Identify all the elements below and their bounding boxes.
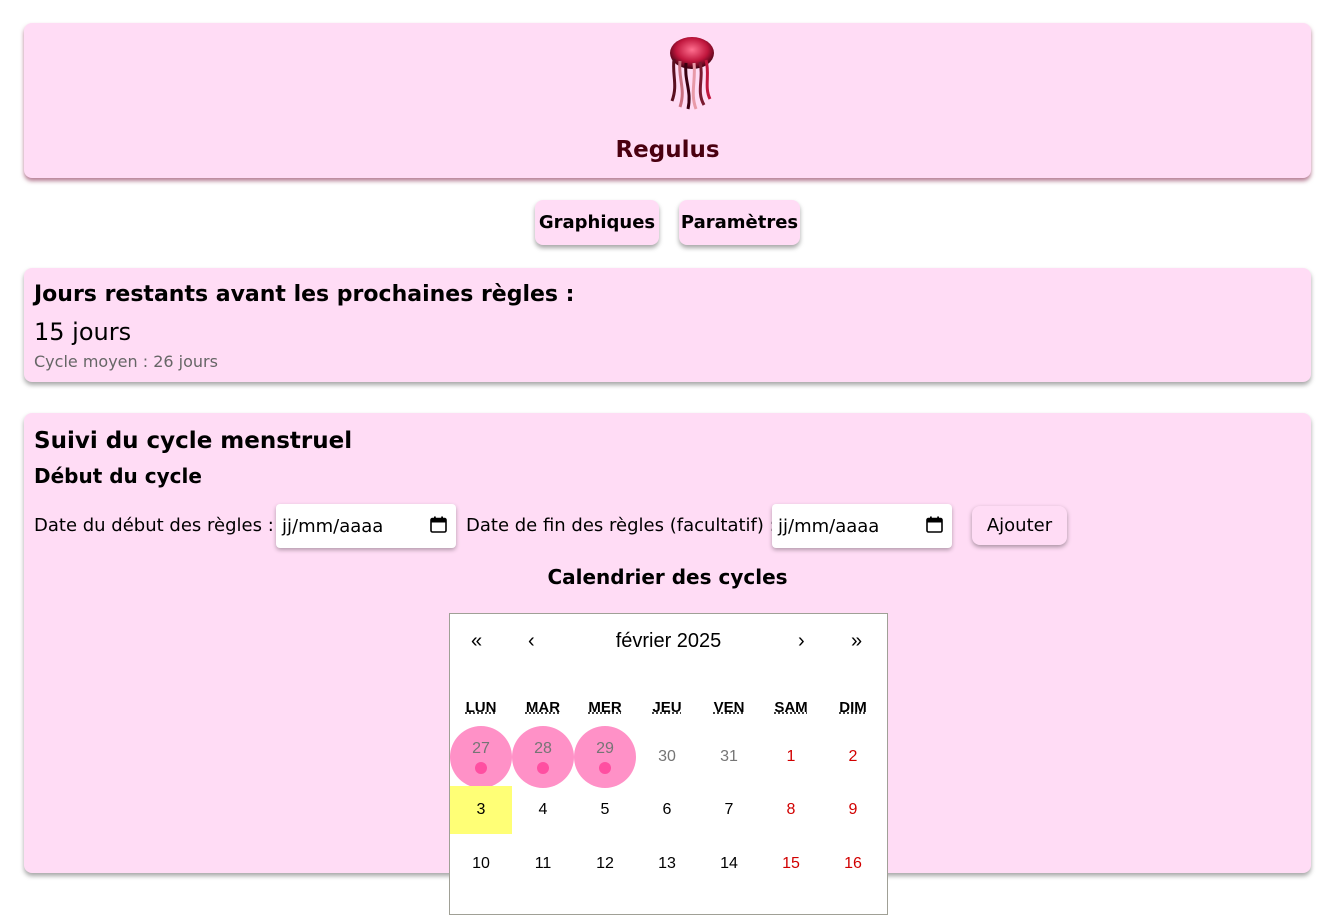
- end-date-label: Date de fin des règles (facultatif) :: [466, 515, 776, 536]
- weekday-mar: MAR: [525, 699, 561, 716]
- calendar-day[interactable]: 11: [512, 838, 574, 890]
- next-year-button[interactable]: »: [851, 630, 862, 653]
- calendar-day[interactable]: 7: [698, 786, 760, 834]
- period-dot-icon: [599, 762, 611, 774]
- app-title: Regulus: [615, 137, 720, 163]
- calendar-day[interactable]: 30: [636, 731, 698, 783]
- calendar-day[interactable]: 10: [450, 838, 512, 890]
- period-dot-icon: [537, 762, 549, 774]
- countdown-card: Jours restants avant les prochaines règl…: [24, 268, 1311, 382]
- add-button[interactable]: Ajouter: [972, 506, 1067, 545]
- weekday-dim: DIM: [839, 699, 867, 716]
- calendar-day[interactable]: 14: [698, 838, 760, 890]
- calendar-day[interactable]: 6: [636, 786, 698, 834]
- calendar-day[interactable]: 5: [574, 786, 636, 834]
- month-label[interactable]: février 2025: [450, 630, 887, 653]
- calendar-day-period[interactable]: 27: [450, 726, 512, 788]
- calendar-day[interactable]: 9: [822, 786, 884, 834]
- calendar-day-period[interactable]: 29: [574, 726, 636, 788]
- calendar-day[interactable]: 13: [636, 838, 698, 890]
- weekday-lun: LUN: [465, 699, 497, 716]
- calendar-day[interactable]: 16: [822, 838, 884, 890]
- day-number: 28: [534, 740, 552, 757]
- calendar-icon[interactable]: [926, 516, 943, 533]
- start-date-label: Date du début des règles :: [34, 515, 274, 536]
- end-date-input[interactable]: jj/mm/aaaa: [772, 504, 952, 548]
- calendar-day-today[interactable]: 3: [450, 786, 512, 834]
- calendar-title: Calendrier des cycles: [547, 565, 788, 589]
- calendar-day[interactable]: 2: [822, 731, 884, 783]
- average-cycle-text: Cycle moyen : 26 jours: [34, 352, 218, 371]
- start-date-placeholder: jj/mm/aaaa: [282, 515, 384, 537]
- calendar-day[interactable]: 12: [574, 838, 636, 890]
- day-number: 29: [596, 740, 614, 757]
- countdown-value: 15 jours: [34, 318, 132, 346]
- next-month-button[interactable]: ›: [798, 630, 805, 653]
- calendar-day[interactable]: 31: [698, 731, 760, 783]
- graphiques-button[interactable]: Graphiques: [535, 200, 659, 245]
- calendar-day[interactable]: 4: [512, 786, 574, 834]
- cycle-calendar: « ‹ février 2025 › » LUN MAR MER JEU VEN…: [449, 613, 888, 915]
- weekday-sam: SAM: [774, 699, 808, 716]
- countdown-title: Jours restants avant les prochaines règl…: [34, 282, 575, 307]
- weekday-ven: VEN: [713, 699, 745, 716]
- day-number: 27: [472, 740, 490, 757]
- parametres-button[interactable]: Paramètres: [679, 200, 800, 245]
- app-header: Regulus: [24, 23, 1311, 178]
- end-date-placeholder: jj/mm/aaaa: [778, 515, 880, 537]
- weekday-jeu: JEU: [652, 699, 682, 716]
- calendar-day[interactable]: 15: [760, 838, 822, 890]
- calendar-icon[interactable]: [430, 516, 447, 533]
- weekday-mer: MER: [588, 699, 622, 716]
- period-dot-icon: [475, 762, 487, 774]
- tracker-subtitle: Début du cycle: [34, 464, 202, 488]
- calendar-day[interactable]: 1: [760, 731, 822, 783]
- calendar-day[interactable]: 8: [760, 786, 822, 834]
- start-date-input[interactable]: jj/mm/aaaa: [276, 504, 456, 548]
- cycle-tracker-card: Suivi du cycle menstruel Début du cycle …: [24, 413, 1311, 915]
- calendar-day-period[interactable]: 28: [512, 726, 574, 788]
- tracker-title: Suivi du cycle menstruel: [34, 428, 353, 454]
- jellyfish-logo: [670, 37, 714, 110]
